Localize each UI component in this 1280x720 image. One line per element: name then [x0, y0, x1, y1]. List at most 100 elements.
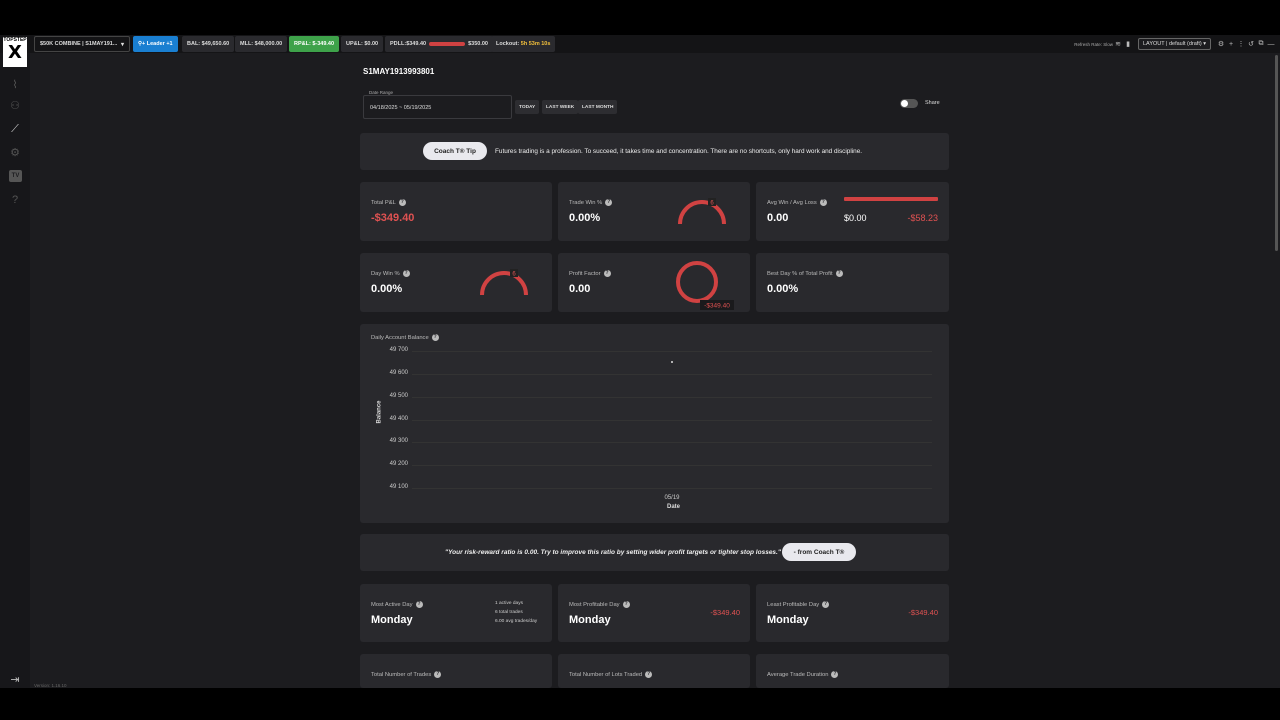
help-icon[interactable]: ?: [8, 193, 22, 207]
help-icon[interactable]: ?: [835, 270, 843, 277]
top-toolbar: $50K COMBINE | S1MAY191... ▾ ⚲+ Leader +1…: [0, 35, 1280, 53]
profit-factor-card: Profit Factor? 0.00 -$349.40: [558, 253, 750, 312]
logo-mark: X: [8, 42, 22, 63]
card-label: Profit Factor?: [569, 270, 611, 277]
coach-quote-button[interactable]: - from Coach T®: [782, 543, 856, 561]
settings-icon[interactable]: ⚙: [8, 146, 22, 160]
avg-win-loss-label: Avg Win / Avg Loss: [767, 200, 817, 207]
trade-win-gauge: 6: [678, 198, 726, 225]
mll-stat: MLL: $48,000.00: [235, 36, 288, 52]
coach-tip-button[interactable]: Coach T® Tip: [423, 142, 487, 160]
help-icon[interactable]: ?: [398, 199, 406, 206]
minimize-icon[interactable]: —: [1266, 41, 1276, 48]
avg-loss-amount: -$58.23: [907, 213, 938, 223]
total-lots-card: Total Number of Lots Traded?: [558, 654, 750, 688]
grid-line: [412, 351, 932, 352]
add-icon[interactable]: +: [1226, 41, 1236, 48]
card-label: Most Profitable Day?: [569, 601, 630, 608]
card-label: Total Number of Lots Traded?: [569, 671, 653, 679]
last-month-button[interactable]: LAST MONTH: [578, 100, 618, 114]
avg-duration-label: Average Trade Duration: [767, 672, 829, 679]
total-trades: 6 total trades: [495, 610, 523, 615]
chart-icon[interactable]: ⌇: [8, 78, 22, 92]
pdll-stat: PDLL:$349.40 $350.00: [385, 36, 493, 52]
app-window: $50K COMBINE | S1MAY191... ▾ ⚲+ Leader +1…: [0, 35, 1280, 688]
help-icon[interactable]: ?: [605, 199, 613, 206]
coach-tip-text: Futures trading is a profession. To succ…: [495, 148, 863, 155]
total-pl-label: Total P&L: [371, 200, 396, 207]
rpl-stat: RP&L: $-349.40: [289, 36, 340, 52]
x-tick-label: 05/19: [664, 495, 680, 501]
card-label: Trade Win %?: [569, 199, 613, 207]
coach-tip-card: Coach T® Tip Futures trading is a profes…: [360, 133, 949, 170]
y-tick-label: 49 300: [389, 438, 408, 445]
least-profitable-day-card: Least Profitable Day? Monday -$349.40: [756, 584, 949, 642]
layout-selector[interactable]: LAYOUT | default (draft) ▾: [1138, 38, 1211, 50]
best-day-value: 0.00%: [767, 283, 799, 295]
last-week-button[interactable]: LAST WEEK: [542, 100, 579, 114]
layout-label: LAYOUT | default (draft): [1143, 41, 1202, 47]
today-button[interactable]: TODAY: [515, 100, 540, 114]
tv-icon[interactable]: TV: [9, 170, 22, 182]
help-icon[interactable]: ?: [434, 671, 442, 678]
wifi-icon: ≋: [1115, 41, 1121, 48]
leader-button[interactable]: ⚲+ Leader +1: [133, 36, 178, 52]
trade-win-value: 0.00%: [569, 212, 601, 224]
account-selector[interactable]: $50K COMBINE | S1MAY191... ▾: [34, 36, 130, 52]
signal-icon: ▮: [1126, 41, 1130, 48]
popout-icon[interactable]: ⧉: [1256, 40, 1266, 48]
least-profitable-amount: -$349.40: [908, 608, 938, 617]
logout-icon[interactable]: ⇥: [8, 673, 22, 687]
help-icon[interactable]: ?: [402, 270, 410, 277]
balance-stat: BAL: $49,650.60: [182, 36, 235, 52]
data-point[interactable]: [671, 361, 673, 364]
help-icon[interactable]: ?: [415, 601, 423, 608]
coach-quote-card: "Your risk-reward ratio is 0.00. Try to …: [360, 534, 949, 571]
account-selector-label: $50K COMBINE | S1MAY191...: [40, 41, 118, 47]
card-label: Total Number of Trades?: [371, 671, 442, 678]
ring-badge-text: -$349.40: [704, 303, 730, 310]
date-range-input[interactable]: 04/18/2025 ~ 05/19/2025: [363, 95, 512, 119]
most-active-details: 1 active days 6 total trades 6.00 avg tr…: [495, 599, 537, 626]
help-icon[interactable]: ?: [645, 671, 653, 678]
total-pl-card: Total P&L? -$349.40: [360, 182, 552, 241]
topstep-logo: TOPSTEP X: [3, 37, 27, 67]
day-win-label: Day Win %: [371, 271, 400, 278]
day-win-value: 0.00%: [371, 283, 403, 295]
help-icon[interactable]: ?: [831, 671, 839, 678]
accounts-icon[interactable]: ⚇: [8, 99, 22, 113]
day-win-card: Day Win %? 0.00% 6: [360, 253, 552, 312]
help-icon[interactable]: ?: [603, 270, 611, 277]
y-tick-label: 49 100: [389, 484, 408, 490]
trade-win-label: Trade Win %: [569, 200, 603, 207]
share-toggle[interactable]: [900, 99, 918, 108]
most-profitable-value: Monday: [569, 614, 611, 626]
total-pl-value: -$349.40: [371, 212, 415, 224]
refresh-rate-label: Refresh Rate: Slow: [1074, 41, 1113, 47]
settings-icon[interactable]: ⚙: [1216, 40, 1226, 48]
day-win-gauge: 6: [480, 269, 528, 296]
total-lots-label: Total Number of Lots Traded: [569, 672, 643, 679]
help-icon[interactable]: ?: [819, 199, 827, 206]
toolbar-right: Refresh Rate: Slow ≋ ▮ LAYOUT | default …: [1074, 35, 1280, 53]
avg-win-amount: $0.00: [844, 213, 867, 223]
y-tick-label: 49 600: [389, 369, 408, 376]
grid-line: [412, 488, 932, 489]
lockout-timer: 5h 53m 10s: [520, 41, 551, 47]
gauge-arc: [678, 200, 726, 225]
scrollbar[interactable]: [1275, 55, 1278, 251]
reset-icon[interactable]: ↺: [1246, 40, 1256, 48]
gauge-arc: [480, 271, 528, 296]
total-trades-card: Total Number of Trades?: [360, 654, 552, 688]
avg-duration-card: Average Trade Duration?: [756, 654, 949, 688]
coach-quote-text: "Your risk-reward ratio is 0.00. Try to …: [445, 549, 781, 556]
help-icon[interactable]: ?: [822, 601, 830, 608]
profit-factor-label: Profit Factor: [569, 271, 601, 278]
more-icon[interactable]: ⋮: [1236, 40, 1246, 48]
sidebar: ⌇ ⚇ ⟋ ⚙ TV ? ⇥: [0, 53, 30, 688]
help-icon[interactable]: ?: [622, 601, 630, 608]
most-profitable-amount: -$349.40: [710, 608, 740, 617]
grid-line: [412, 373, 932, 375]
performance-icon[interactable]: ⟋: [8, 122, 22, 136]
win-loss-bar: [844, 197, 938, 201]
